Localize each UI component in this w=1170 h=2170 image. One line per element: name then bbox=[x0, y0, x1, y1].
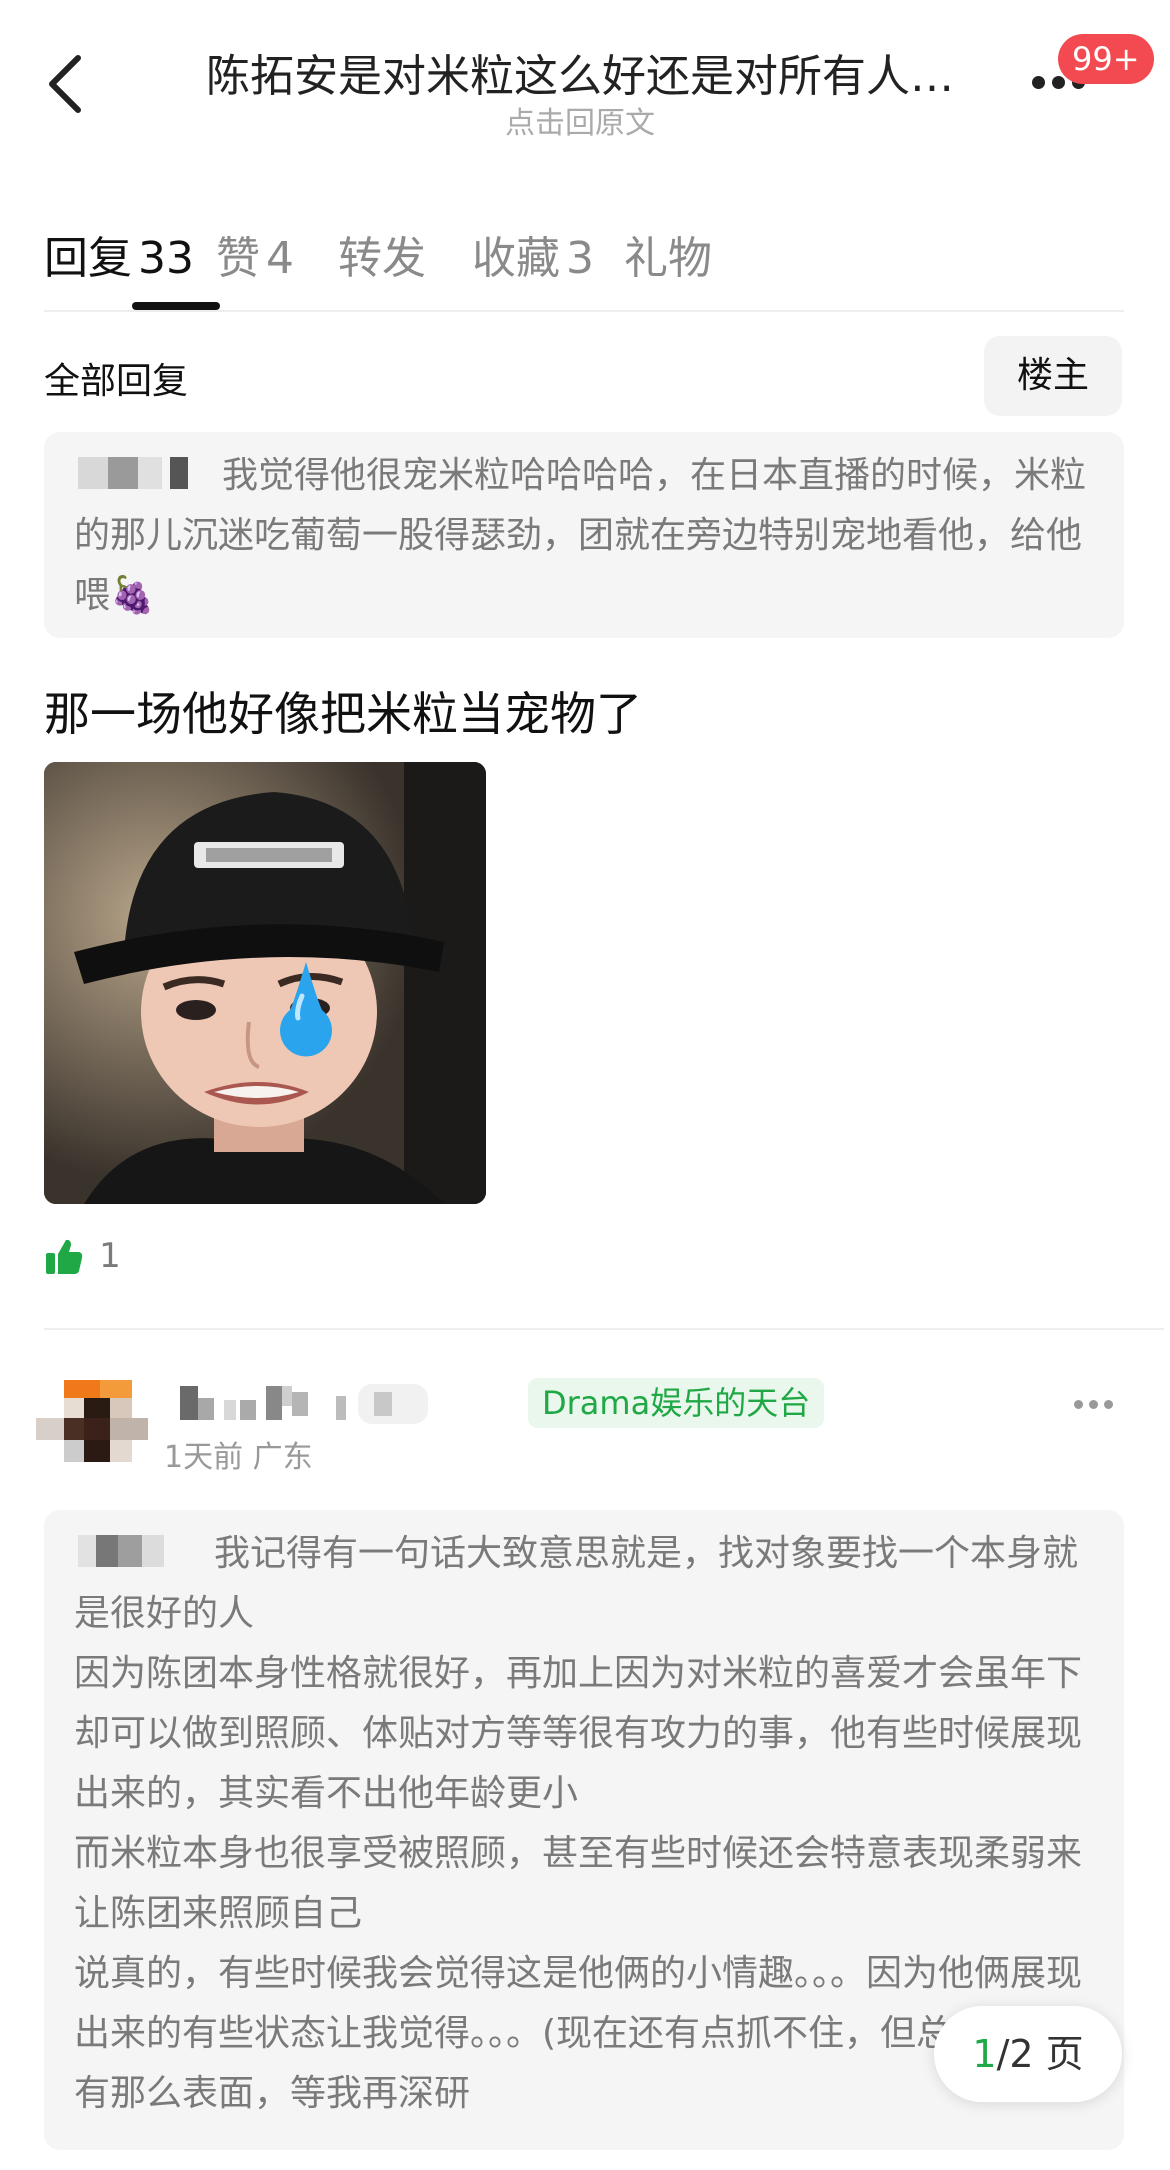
community-tag[interactable]: Drama娱乐的天台 bbox=[528, 1378, 825, 1428]
tab-label: 转发 bbox=[338, 233, 426, 284]
tab-label: 收藏 bbox=[472, 233, 560, 284]
blurred-username bbox=[74, 1531, 194, 1569]
reply-text: 那一场他好像把米粒当宠物了 bbox=[44, 687, 642, 741]
like-button[interactable]: 1 bbox=[44, 1236, 121, 1286]
divider bbox=[44, 310, 1124, 312]
current-page: 1 bbox=[972, 2032, 997, 2076]
active-tab-indicator bbox=[132, 302, 220, 310]
reply-image[interactable] bbox=[44, 762, 486, 1204]
post-meta: 1天前 广东 bbox=[164, 1440, 313, 1475]
back-arrow-icon[interactable] bbox=[44, 52, 88, 116]
divider bbox=[44, 1328, 1164, 1330]
top-nav-bar: 陈拓安是对米粒这么好还是对所有人… 点击回原文 99+ bbox=[0, 0, 1170, 160]
notification-badge: 99+ bbox=[1058, 34, 1154, 84]
blurred-username bbox=[74, 453, 202, 491]
tab-bar: 回复 33 赞4 转发 收藏 3 礼物 bbox=[44, 210, 1124, 310]
quote-line: 而米粒本身也很享受被照顾，甚至有些时候还会特意表现柔弱来让陈团来照顾自己 bbox=[74, 1833, 1083, 1934]
total-pages: /2 页 bbox=[996, 2032, 1084, 2076]
thumbs-up-icon bbox=[46, 1239, 83, 1274]
quoted-comment[interactable]: 我觉得他很宠米粒哈哈哈哈，在日本直播的时候，米粒的那儿沉迷吃葡萄一股得瑟劲，团就… bbox=[44, 432, 1124, 638]
all-replies-heading: 全部回复 bbox=[44, 361, 189, 402]
tab-count: 3 bbox=[566, 233, 594, 284]
blurred-username[interactable] bbox=[168, 1380, 518, 1426]
like-count: 1 bbox=[99, 1236, 121, 1276]
quote-line: 我记得有一句话大致意思就是，找对象要找一个本身就是很好的人 bbox=[74, 1531, 1079, 1634]
tab-label: 回复 bbox=[44, 233, 132, 284]
quoted-comment-text: 我觉得他很宠米粒哈哈哈哈，在日本直播的时候，米粒的那儿沉迷吃葡萄一股得瑟劲，团就… bbox=[74, 455, 1087, 616]
tab-favorites[interactable]: 收藏 3 bbox=[472, 222, 594, 286]
tab-label: 礼物 bbox=[624, 233, 712, 284]
quote-line: 因为陈团本身性格就很好，再加上因为对米粒的喜爱才会虽年下却可以做到照顾、体贴对方… bbox=[74, 1653, 1083, 1814]
tab-label: 赞 bbox=[216, 233, 260, 284]
tab-likes[interactable]: 赞4 bbox=[216, 222, 294, 286]
avatar[interactable] bbox=[36, 1380, 148, 1476]
tab-gifts[interactable]: 礼物 bbox=[624, 222, 712, 286]
page-indicator[interactable]: 1/2 页 bbox=[934, 2006, 1122, 2102]
tab-count: 4 bbox=[266, 233, 294, 284]
post-more-icon[interactable] bbox=[1074, 1394, 1119, 1413]
tab-replies[interactable]: 回复 33 bbox=[44, 222, 194, 286]
thread-title[interactable]: 陈拓安是对米粒这么好还是对所有人… bbox=[180, 40, 980, 104]
tab-reposts[interactable]: 转发 bbox=[338, 222, 426, 286]
op-only-button[interactable]: 楼主 bbox=[984, 336, 1122, 416]
tab-count: 33 bbox=[138, 233, 194, 284]
back-to-original-link[interactable]: 点击回原文 bbox=[180, 98, 980, 142]
